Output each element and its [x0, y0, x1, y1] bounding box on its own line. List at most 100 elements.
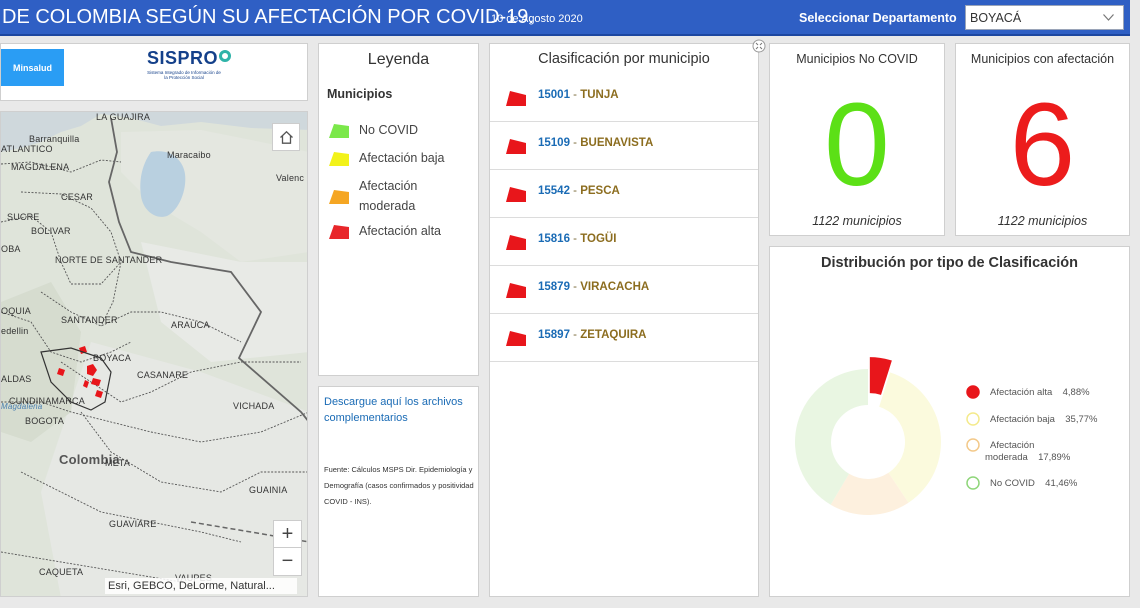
map-attribution[interactable]: Esri, GEBCO, DeLorme, Natural...	[105, 578, 297, 594]
map-label-magdalena: MAGDALENA	[11, 162, 70, 172]
sispro-subtitle: Sistema Integrado de Información de la P…	[147, 70, 221, 80]
distribution-percent: 4,88%	[1062, 387, 1090, 398]
distribution-label: Afectación baja 35,77%	[985, 414, 1097, 426]
list-item[interactable]: 15897 - ZETAQUIRA	[490, 314, 758, 362]
department-select-value: BOYACÁ	[970, 11, 1022, 25]
list-item[interactable]: 15001 - TUNJA	[490, 74, 758, 122]
legend-dot-icon	[966, 438, 980, 452]
map-label-oquia: OQUIA	[1, 306, 32, 316]
map-label-vichada: VICHADA	[233, 401, 275, 411]
header-bar: DE COLOMBIA SEGÚN SU AFECTACIÓN POR COVI…	[0, 0, 1130, 36]
legend-panel: Leyenda Municipios No COVID Afectación b…	[318, 43, 479, 376]
legend-subtitle: Municipios	[327, 87, 393, 101]
municipality-name: TOGÜI	[580, 233, 617, 245]
distribution-label: Afectación moderada 17,89%	[985, 440, 1075, 464]
map-label-maracaibo: Maracaibo	[167, 150, 211, 160]
kpi-subtitle: 1122 municipios	[812, 214, 902, 228]
distribution-category: No COVID	[990, 478, 1035, 489]
department-select[interactable]: BOYACÁ	[965, 5, 1124, 30]
legend-item: Afectación alta	[329, 221, 441, 241]
legend-title: Leyenda	[367, 51, 430, 68]
home-icon	[279, 130, 293, 144]
separator: -	[569, 137, 581, 149]
map-label-santander: SANTANDER	[61, 315, 118, 325]
sispro-logo-text: SISPRO	[147, 48, 219, 68]
map-panel[interactable]: Barranquilla ATLANTICO MAGDALENA CESAR S…	[0, 111, 308, 597]
distribution-category: Afectación alta	[990, 387, 1053, 398]
download-panel: Descargue aquí los archivos complementar…	[318, 386, 479, 597]
red-flag-icon	[506, 283, 526, 298]
expand-icon[interactable]	[752, 39, 766, 53]
dashboard-title: DE COLOMBIA SEGÚN SU AFECTACIÓN POR COVI…	[2, 6, 534, 28]
map-label-aldas: ALDAS	[1, 374, 32, 384]
map-home-button[interactable]	[272, 123, 300, 151]
legend-label: Afectación alta	[359, 224, 441, 238]
municipality-name: VIRACACHA	[580, 281, 650, 293]
distribution-category: Afectación baja	[990, 414, 1055, 425]
municipality-code: 15897	[538, 329, 570, 341]
kpi-no-covid: Municipios No COVID 0 1122 municipios	[769, 43, 945, 236]
legend-swatch-afectacion-alta	[329, 225, 349, 239]
municipality-name: PESCA	[580, 185, 620, 197]
municipality-code: 15816	[538, 233, 570, 245]
distribution-percent: 35,77%	[1065, 414, 1098, 425]
separator: -	[569, 233, 581, 245]
list-item[interactable]: 15879 - VIRACACHA	[490, 266, 758, 314]
kpi-value: 6	[1009, 79, 1076, 211]
map-label-atlantico: ATLANTICO	[1, 144, 53, 154]
map-label-arauca: ARAUCA	[171, 320, 210, 330]
donut-chart[interactable]	[770, 247, 970, 598]
municipality-name: ZETAQUIRA	[580, 329, 647, 341]
classification-panel: Clasificación por municipio 15001 - TUNJ…	[489, 43, 759, 597]
map-label-casanare: CASANARE	[137, 370, 189, 380]
download-files-link[interactable]: Descargue aquí los archivos complementar…	[324, 394, 474, 426]
legend-label: Afectación moderada	[359, 179, 418, 213]
legend-dot-icon	[966, 385, 980, 399]
distribution-legend-item[interactable]: Afectación moderada 17,89%	[966, 438, 1075, 464]
distribution-panel: Distribución por tipo de Clasificación A…	[769, 246, 1130, 597]
map-label-magdalena-river: Magdalena	[1, 402, 43, 411]
distribution-category: Afectación moderada	[985, 440, 1035, 463]
kpi-subtitle: 1122 municipios	[997, 214, 1088, 228]
separator: -	[569, 89, 581, 101]
chevron-down-icon	[1103, 14, 1114, 21]
report-date: 10 de Agosto 2020	[491, 13, 583, 25]
map-label-sucre: SUCRE	[7, 212, 40, 222]
minsalud-logo[interactable]: Minsalud	[1, 49, 64, 86]
map-label-boyaca: BOYACA	[93, 353, 132, 363]
sispro-logo[interactable]: SISPRO	[147, 48, 232, 69]
list-item[interactable]: 15542 - PESCA	[490, 170, 758, 218]
distribution-legend-item[interactable]: Afectación alta 4,88%	[966, 385, 1090, 399]
gear-icon	[219, 50, 232, 62]
distribution-legend-item[interactable]: No COVID 41,46%	[966, 476, 1077, 490]
kpi-title: Municipios con afectación	[970, 52, 1115, 66]
map-label-barranquilla: Barranquilla	[29, 134, 80, 144]
zoom-out-button[interactable]: −	[274, 548, 301, 575]
municipality-name: TUNJA	[580, 89, 619, 101]
map-label-valencia: Valenc	[276, 173, 305, 183]
distribution-legend-item[interactable]: Afectación baja 35,77%	[966, 412, 1097, 426]
map-label-norte-santander: NORTE DE SANTANDER	[55, 255, 163, 265]
separator: -	[569, 329, 581, 341]
separator: -	[569, 281, 581, 293]
legend-item: Afectación moderada	[329, 176, 469, 216]
zoom-in-button[interactable]: +	[274, 521, 301, 548]
legend-dot-icon	[966, 476, 980, 490]
legend-swatch-afectacion-moderada	[329, 190, 349, 204]
municipality-code: 15879	[538, 281, 570, 293]
kpi-title: Municipios No COVID	[796, 52, 918, 66]
department-select-label: Seleccionar Departamento	[799, 11, 957, 25]
red-flag-icon	[506, 139, 526, 154]
map-label-guaviare: GUAVIARE	[109, 519, 157, 529]
municipality-code: 15109	[538, 137, 570, 149]
distribution-percent: 41,46%	[1045, 478, 1078, 489]
list-item[interactable]: 15816 - TOGÜI	[490, 218, 758, 266]
map-label-caqueta: CAQUETA	[39, 567, 84, 577]
map-label-medellin: edellin	[1, 326, 29, 336]
logo-panel: Minsalud SISPRO Sistema Integrado de Inf…	[0, 43, 308, 101]
list-item[interactable]: 15109 - BUENAVISTA	[490, 122, 758, 170]
legend-item: Afectación baja	[329, 148, 444, 168]
legend-item: No COVID	[329, 120, 418, 140]
red-flag-icon	[506, 91, 526, 106]
map-label-cesar: CESAR	[61, 192, 94, 202]
